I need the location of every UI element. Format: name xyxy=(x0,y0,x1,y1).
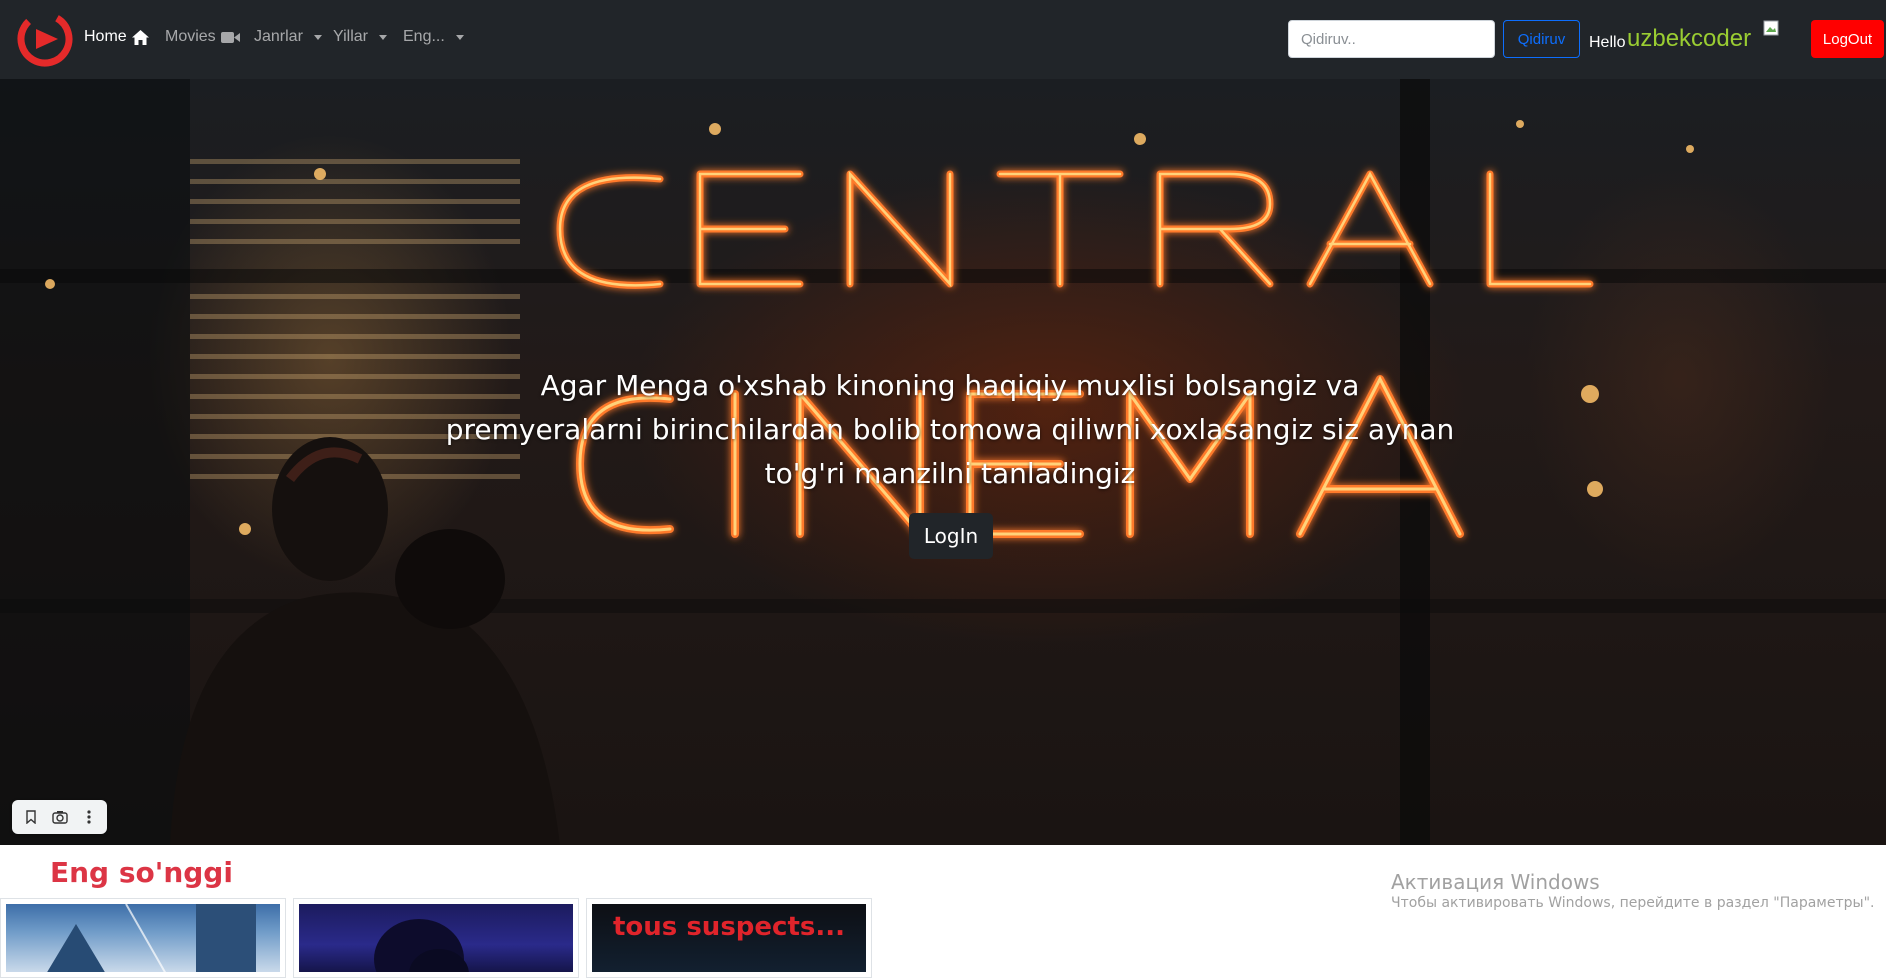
nav-more-label: Eng... xyxy=(403,28,445,45)
bookmark-icon xyxy=(25,810,36,824)
nav-home-label: Home xyxy=(84,28,127,45)
movie-card[interactable]: tous suspects... xyxy=(586,898,872,978)
movie-poster xyxy=(299,904,573,972)
poster-artwork xyxy=(374,919,469,972)
poster-title: tous suspects... xyxy=(613,912,845,942)
chevron-down-icon xyxy=(455,34,464,40)
floating-toolbar xyxy=(12,800,107,834)
chevron-down-icon xyxy=(313,34,322,40)
chevron-down-icon xyxy=(378,34,387,40)
movie-card[interactable] xyxy=(293,898,579,978)
nav-genres-label: Janrlar xyxy=(254,28,303,45)
nav-home-link[interactable]: Home xyxy=(84,28,149,46)
nav-genres-dropdown[interactable]: Janrlar xyxy=(254,28,322,46)
windows-activation-subtitle: Чтобы активировать Windows, перейдите в … xyxy=(1391,895,1875,911)
nav-movies-label: Movies xyxy=(165,28,216,45)
logout-button[interactable]: LogOut xyxy=(1811,20,1884,58)
username-label: uzbekcoder xyxy=(1627,25,1752,52)
search-button[interactable]: Qidiruv xyxy=(1503,20,1580,58)
movie-poster: tous suspects... xyxy=(592,904,866,972)
video-camera-icon xyxy=(220,31,240,43)
home-icon xyxy=(131,29,149,45)
windows-activation-title: Активация Windows xyxy=(1391,870,1600,894)
bookmark-button[interactable] xyxy=(19,805,43,829)
hero-tagline: Agar Menga o'xshab kinoning haqiqiy muxl… xyxy=(445,369,1455,490)
screenshot-button[interactable] xyxy=(48,805,72,829)
latest-section-title: Eng so'nggi xyxy=(50,856,233,889)
nav-more-dropdown[interactable]: Eng... xyxy=(403,28,464,46)
hero-banner: Agar Menga o'xshab kinoning haqiqiy muxl… xyxy=(0,79,1886,845)
nav-years-label: Yillar xyxy=(333,28,368,45)
greeting-label: Hello xyxy=(1589,34,1626,51)
site-logo[interactable] xyxy=(16,10,74,68)
broken-image-icon xyxy=(1763,20,1779,36)
poster-artwork xyxy=(47,904,256,972)
login-button[interactable]: LogIn xyxy=(909,513,993,559)
nav-years-dropdown[interactable]: Yillar xyxy=(333,28,387,46)
kebab-menu-icon xyxy=(86,810,91,824)
search-input[interactable] xyxy=(1288,20,1495,58)
more-options-button[interactable] xyxy=(77,805,101,829)
camera-icon xyxy=(51,811,68,824)
navbar: Home Movies Janrlar Yillar Eng... Qidiru… xyxy=(0,0,1886,79)
movie-poster xyxy=(6,904,280,972)
movie-card[interactable] xyxy=(0,898,286,978)
nav-movies-link[interactable]: Movies xyxy=(165,28,240,46)
